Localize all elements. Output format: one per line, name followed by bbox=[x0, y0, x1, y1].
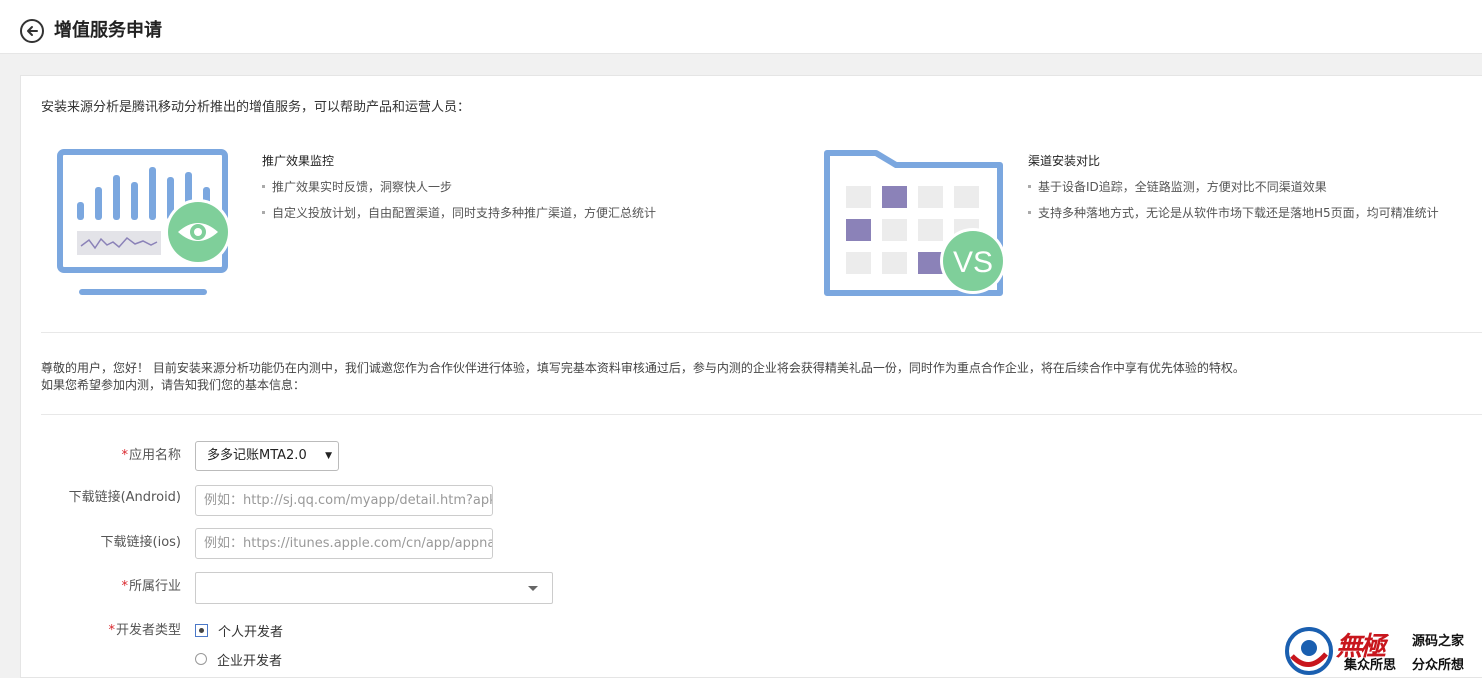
android-link-label: 下载链接(Android) bbox=[68, 490, 181, 505]
feature-item: 支持多种落地方式，无论是从软件市场下载还是落地H5页面，均可精准统计 bbox=[1028, 206, 1439, 220]
feature-title-promotion: 推广效果监控 bbox=[262, 154, 335, 168]
industry-select[interactable] bbox=[195, 572, 553, 604]
watermark-slogan-1: 集众所思 bbox=[1344, 658, 1397, 673]
radio-unchecked-icon[interactable] bbox=[195, 653, 207, 665]
intro-text: 安装来源分析是腾讯移动分析推出的增值服务，可以帮助产品和运营人员： bbox=[41, 100, 471, 115]
watermark-logo: 無極 源码之家 集众所思 分众所想 bbox=[1284, 624, 1482, 678]
page-title: 增值服务申请 bbox=[54, 20, 162, 41]
required-mark: * bbox=[108, 623, 115, 638]
ios-link-input[interactable] bbox=[195, 528, 493, 559]
caret-down-icon bbox=[528, 586, 538, 591]
developer-type-label: *开发者类型 bbox=[108, 623, 181, 638]
notice-line-2: 如果您希望参加内测，请告知我们您的基本信息： bbox=[41, 378, 306, 392]
app-name-label: *应用名称 bbox=[121, 448, 181, 463]
feature-item: 自定义投放计划，自由配置渠道，同时支持多种推广渠道，方便汇总统计 bbox=[262, 206, 656, 220]
notice-text: 尊敬的用户，您好！ 目前安装来源分析功能仍在内测中，我们诚邀您作为合作伙伴进行体… bbox=[41, 360, 1245, 394]
top-bar: 增值服务申请 bbox=[0, 0, 1482, 54]
feature-title-channel: 渠道安装对比 bbox=[1028, 154, 1101, 168]
app-name-select[interactable]: 多多记账MTA2.0 ▼ bbox=[195, 441, 339, 471]
back-arrow-icon[interactable] bbox=[20, 19, 44, 43]
app-name-value: 多多记账MTA2.0 bbox=[207, 448, 307, 463]
caret-down-icon: ▼ bbox=[325, 451, 332, 461]
radio-label: 个人开发者 bbox=[218, 624, 284, 640]
radio-enterprise-developer[interactable]: 企业开发者 bbox=[195, 649, 282, 669]
watermark-slogan-2: 分众所想 bbox=[1412, 658, 1465, 673]
channel-compare-icon: VS bbox=[824, 149, 1008, 303]
monitor-chart-icon bbox=[57, 149, 237, 303]
android-link-input[interactable] bbox=[195, 485, 493, 516]
vs-badge: VS bbox=[953, 246, 993, 279]
watermark-site: 源码之家 bbox=[1412, 634, 1465, 649]
required-mark: * bbox=[121, 579, 128, 594]
divider bbox=[41, 332, 1482, 333]
radio-checked-icon[interactable] bbox=[195, 623, 208, 637]
radio-personal-developer[interactable]: 个人开发者 bbox=[195, 620, 283, 640]
watermark-emblem-icon bbox=[1285, 627, 1333, 675]
feature-item: 基于设备ID追踪，全链路监测，方便对比不同渠道效果 bbox=[1028, 180, 1327, 194]
divider bbox=[41, 414, 1482, 415]
ios-link-label: 下载链接(ios) bbox=[100, 535, 181, 550]
industry-label: *所属行业 bbox=[121, 579, 181, 594]
required-mark: * bbox=[121, 448, 128, 463]
service-panel: 安装来源分析是腾讯移动分析推出的增值服务，可以帮助产品和运营人员： 推广效果监控… bbox=[20, 75, 1482, 678]
notice-line-1: 尊敬的用户，您好！ 目前安装来源分析功能仍在内测中，我们诚邀您作为合作伙伴进行体… bbox=[41, 361, 1245, 375]
feature-item: 推广效果实时反馈，洞察快人一步 bbox=[262, 180, 452, 194]
radio-label: 企业开发者 bbox=[217, 653, 283, 669]
